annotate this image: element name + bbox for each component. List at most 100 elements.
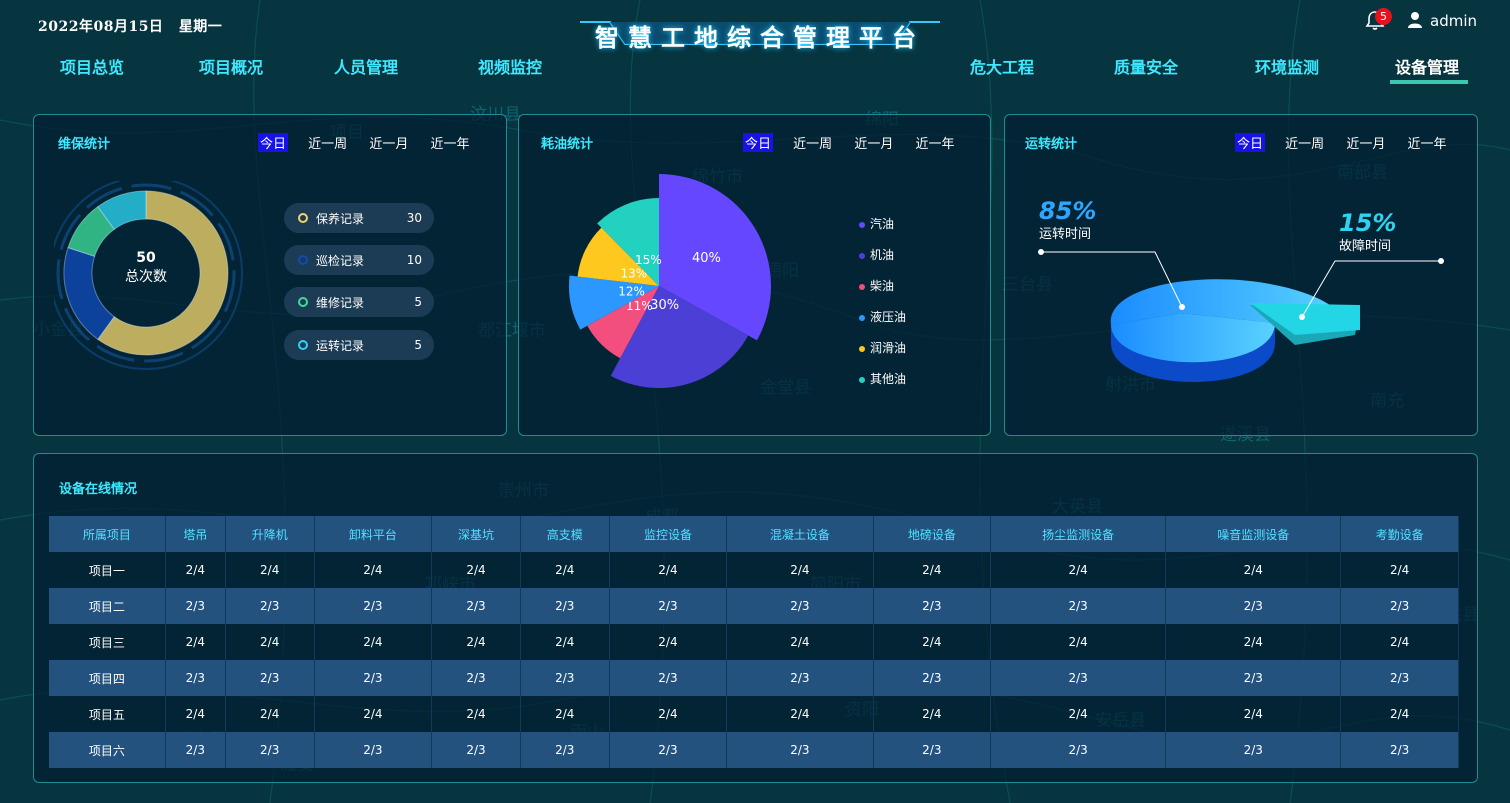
table-cell-value: 2/4 bbox=[1165, 624, 1342, 660]
table-cell-value: 2/3 bbox=[873, 588, 992, 624]
legend-label: 运转记录 bbox=[316, 339, 365, 353]
table-cell-value: 2/3 bbox=[990, 588, 1167, 624]
table-cell-value: 2/3 bbox=[1165, 588, 1342, 624]
nav-project-summary[interactable]: 项目概况 bbox=[199, 54, 263, 78]
table-cell-value: 2/3 bbox=[520, 588, 610, 624]
tab-week[interactable]: 近一周 bbox=[791, 133, 834, 152]
fuel-legend-item[interactable]: 其他油 bbox=[859, 370, 906, 387]
table-cell-value: 2/4 bbox=[520, 696, 610, 732]
tab-week[interactable]: 近一周 bbox=[306, 133, 349, 152]
tab-today[interactable]: 今日 bbox=[1235, 133, 1266, 152]
tab-month[interactable]: 近一月 bbox=[1344, 133, 1387, 152]
nav-active-underline bbox=[1390, 80, 1468, 84]
donut-total-value: 50 bbox=[136, 250, 156, 266]
pie-label: 15% bbox=[635, 253, 662, 267]
table-cell-value: 2/4 bbox=[314, 624, 433, 660]
legend-repair-record: 维修记录 5 bbox=[284, 287, 434, 317]
table-row: 项目四 2/3 2/3 2/3 2/3 2/3 2/3 2/3 2/3 2/3 2/3 2/3 bbox=[49, 660, 1459, 696]
table-cell-value: 2/3 bbox=[609, 732, 728, 768]
nav-quality[interactable]: 质量安全 bbox=[1114, 54, 1178, 78]
table-cell-project: 项目五 bbox=[49, 696, 166, 732]
table-cell-value: 2/3 bbox=[314, 732, 433, 768]
tab-month[interactable]: 近一月 bbox=[367, 133, 410, 152]
table-cell-value: 2/4 bbox=[1340, 696, 1459, 732]
user-icon[interactable] bbox=[1407, 11, 1423, 28]
fuel-legend-item[interactable]: 柴油 bbox=[859, 277, 894, 294]
table-cell-value: 2/3 bbox=[431, 588, 521, 624]
table-cell-value: 2/4 bbox=[1340, 552, 1459, 588]
legend-dot bbox=[298, 213, 308, 223]
table-cell-value: 2/4 bbox=[1340, 624, 1459, 660]
maintenance-title: 维保统计 bbox=[58, 137, 111, 152]
username[interactable]: admin bbox=[1430, 12, 1477, 30]
tab-year[interactable]: 近一年 bbox=[428, 133, 471, 152]
tab-today[interactable]: 今日 bbox=[743, 133, 774, 152]
legend-dot bbox=[859, 283, 865, 290]
table-cell-value: 2/3 bbox=[314, 660, 433, 696]
fuel-panel: 耗油统计 今日 近一周 近一月 近一年 40% 30% 11% 12% 13% 15% 汽… bbox=[518, 114, 991, 436]
fuel-legend-item[interactable]: 润滑油 bbox=[859, 339, 906, 356]
table-cell-value: 2/4 bbox=[165, 624, 226, 660]
legend-dot bbox=[859, 345, 865, 352]
table-cell-value: 2/3 bbox=[520, 732, 610, 768]
table-cell-value: 2/3 bbox=[225, 732, 315, 768]
table-cell-value: 2/4 bbox=[431, 624, 521, 660]
table-cell-value: 2/3 bbox=[165, 660, 226, 696]
legend-label: 机油 bbox=[870, 248, 895, 262]
tab-week[interactable]: 近一周 bbox=[1283, 133, 1326, 152]
table-header-cell: 混凝土设备 bbox=[726, 516, 874, 552]
table-cell-value: 2/3 bbox=[431, 732, 521, 768]
donut-total-label: 总次数 bbox=[125, 269, 167, 285]
table-cell-value: 2/3 bbox=[990, 660, 1167, 696]
nav-environment[interactable]: 环境监测 bbox=[1255, 54, 1319, 78]
table-cell-value: 2/4 bbox=[314, 552, 433, 588]
nav-personnel[interactable]: 人员管理 bbox=[334, 54, 398, 78]
table-cell-value: 2/3 bbox=[726, 588, 874, 624]
tab-month[interactable]: 近一月 bbox=[852, 133, 895, 152]
legend-inspection-record: 巡检记录 10 bbox=[284, 245, 434, 275]
weekday-text: 星期一 bbox=[178, 19, 223, 35]
pie-label: 12% bbox=[618, 284, 645, 298]
legend-dot bbox=[298, 297, 308, 307]
table-cell-value: 2/3 bbox=[314, 588, 433, 624]
table-header-cell: 考勤设备 bbox=[1340, 516, 1459, 552]
table-cell-value: 2/4 bbox=[609, 696, 728, 732]
table-cell-project: 项目二 bbox=[49, 588, 166, 624]
table-cell-value: 2/3 bbox=[609, 588, 728, 624]
nav-project-overview[interactable]: 项目总览 bbox=[60, 54, 124, 78]
tab-year[interactable]: 近一年 bbox=[1405, 133, 1448, 152]
tab-year[interactable]: 近一年 bbox=[913, 133, 956, 152]
table-cell-value: 2/3 bbox=[873, 732, 992, 768]
table-cell-value: 2/4 bbox=[990, 696, 1167, 732]
table-cell-value: 2/4 bbox=[1165, 552, 1342, 588]
table-cell-value: 2/3 bbox=[165, 732, 226, 768]
legend-value: 5 bbox=[414, 338, 422, 352]
table-cell-value: 2/4 bbox=[726, 696, 874, 732]
fuel-legend-item[interactable]: 汽油 bbox=[859, 215, 894, 232]
operation-title: 运转统计 bbox=[1025, 137, 1078, 152]
table-cell-value: 2/4 bbox=[314, 696, 433, 732]
table-cell-value: 2/3 bbox=[1165, 732, 1342, 768]
date-text: 2022年08月15日 bbox=[38, 19, 164, 35]
table-header-cell: 高支模 bbox=[520, 516, 610, 552]
table-cell-value: 2/4 bbox=[873, 696, 992, 732]
nav-equipment[interactable]: 设备管理 bbox=[1395, 54, 1459, 78]
legend-label: 润滑油 bbox=[870, 341, 907, 355]
fuel-legend-item[interactable]: 液压油 bbox=[859, 308, 906, 325]
table-cell-value: 2/3 bbox=[990, 732, 1167, 768]
maintenance-donut: 50 总次数 bbox=[54, 181, 243, 370]
donut-segment bbox=[63, 247, 115, 341]
nav-hazard[interactable]: 危大工程 bbox=[970, 54, 1034, 78]
fuel-legend-item[interactable]: 机油 bbox=[859, 246, 894, 263]
legend-label: 保养记录 bbox=[316, 212, 365, 226]
notification-badge: 5 bbox=[1375, 8, 1392, 25]
nav-video[interactable]: 视频监控 bbox=[478, 54, 542, 78]
table-header-cell: 扬尘监测设备 bbox=[990, 516, 1167, 552]
page-title: 智慧工地综合管理平台 bbox=[595, 23, 925, 52]
table-header-row: 所属项目 塔吊 升降机 卸料平台 深基坑 高支模 监控设备 混凝土设备 地磅设备 扬尘监测设备 噪音… bbox=[49, 516, 1459, 552]
table-row: 项目一 2/4 2/4 2/4 2/4 2/4 2/4 2/4 2/4 2/4 2/4 2/4 bbox=[49, 552, 1459, 588]
table-cell-value: 2/4 bbox=[1165, 696, 1342, 732]
tab-today[interactable]: 今日 bbox=[258, 133, 289, 152]
table-cell-value: 2/4 bbox=[726, 624, 874, 660]
table-header-cell: 塔吊 bbox=[165, 516, 226, 552]
